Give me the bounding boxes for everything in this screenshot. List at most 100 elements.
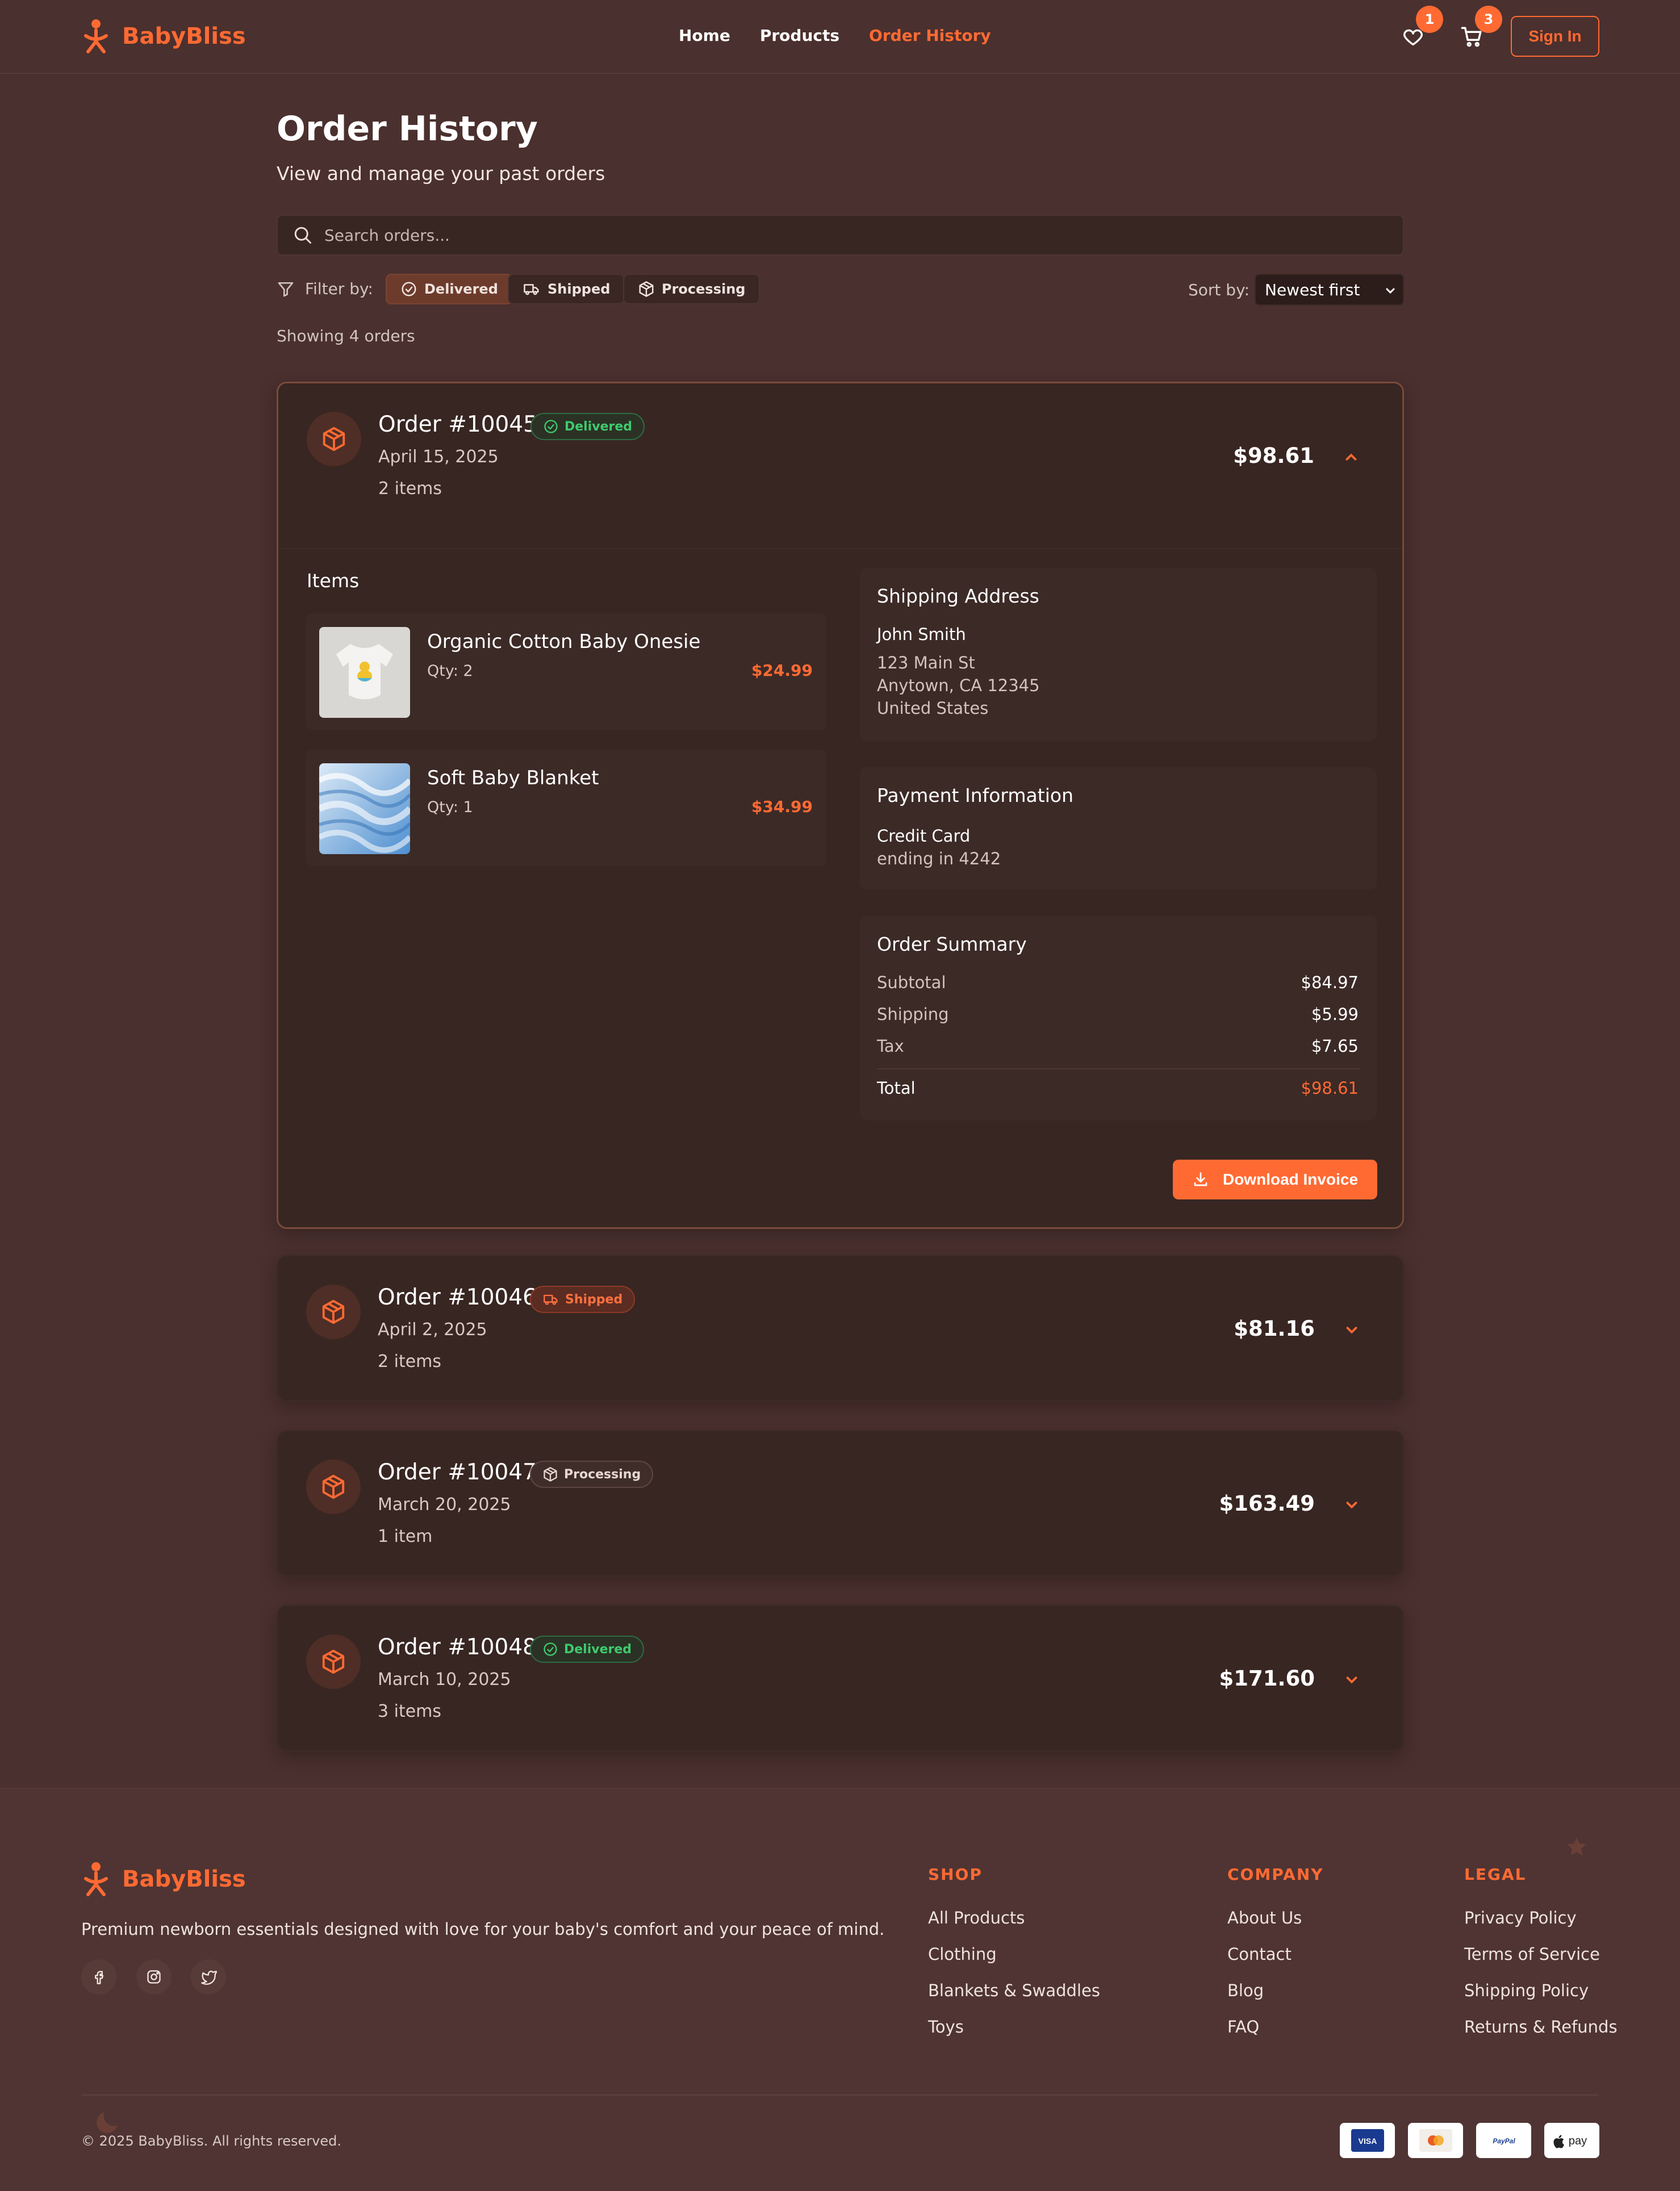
order-number: Order #10047 bbox=[378, 1460, 537, 1485]
chevron-down-icon bbox=[1346, 1676, 1357, 1684]
order-number: Order #10046 bbox=[378, 1285, 537, 1310]
order-box-icon-wrap bbox=[307, 412, 361, 466]
order-card: Order #10045 Delivered April 15, 2025 2 … bbox=[277, 382, 1404, 1229]
paypal-label: PayPal bbox=[1493, 2137, 1515, 2145]
search-icon bbox=[294, 227, 311, 244]
sign-in-button[interactable]: Sign In bbox=[1511, 16, 1599, 57]
chevron-down-icon bbox=[1346, 1327, 1357, 1334]
footer-link-all-products[interactable]: All Products bbox=[928, 1908, 1025, 1927]
status-badge: Delivered bbox=[530, 1636, 645, 1663]
status-label: Shipped bbox=[565, 1292, 623, 1307]
facebook-link[interactable] bbox=[81, 1959, 116, 1995]
order-divider bbox=[278, 548, 1402, 549]
search-input[interactable] bbox=[324, 225, 1347, 245]
visa-badge: VISA bbox=[1340, 2123, 1395, 2158]
footer-link-privacy[interactable]: Privacy Policy bbox=[1464, 1908, 1577, 1927]
order-header[interactable]: Order #10045 Delivered April 15, 2025 2 … bbox=[278, 383, 1402, 529]
footer-link-contact[interactable]: Contact bbox=[1227, 1945, 1292, 1964]
status-badge: Delivered bbox=[530, 413, 645, 440]
status-badge: Processing bbox=[530, 1461, 654, 1488]
expand-toggle[interactable] bbox=[1340, 1319, 1363, 1341]
order-item-count: 1 item bbox=[378, 1527, 433, 1546]
payment-detail: ending in 4242 bbox=[877, 849, 1001, 868]
footer-link-shipping-policy[interactable]: Shipping Policy bbox=[1464, 1981, 1589, 2000]
order-header[interactable]: Order #10046 Shipped April 2, 2025 2 ite… bbox=[278, 1256, 1403, 1402]
box-icon bbox=[322, 1474, 345, 1499]
onesie-image bbox=[319, 627, 410, 718]
order-summary-panel: Order Summary Subtotal $84.97 Shipping $… bbox=[860, 916, 1377, 1120]
order-date: March 10, 2025 bbox=[378, 1670, 511, 1690]
chevron-down-icon bbox=[1346, 1502, 1357, 1509]
status-label: Delivered bbox=[564, 1642, 632, 1657]
brand-logo[interactable]: BabyBliss bbox=[81, 19, 246, 54]
order-card: Order #10047 Processing March 20, 2025 1… bbox=[277, 1430, 1404, 1577]
wishlist-count-badge: 1 bbox=[1416, 6, 1443, 33]
footer-link-blankets[interactable]: Blankets & Swaddles bbox=[928, 1981, 1100, 2000]
nav-home[interactable]: Home bbox=[679, 26, 730, 45]
payment-method: Credit Card bbox=[877, 826, 971, 846]
footer-description: Premium newborn essentials designed with… bbox=[81, 1920, 885, 1939]
filter-chip-label: Processing bbox=[662, 281, 746, 297]
check-circle-icon bbox=[544, 1642, 557, 1656]
mastercard-badge bbox=[1408, 2123, 1463, 2158]
check-circle-icon bbox=[402, 282, 416, 296]
expand-toggle[interactable] bbox=[1340, 1669, 1363, 1691]
logo-baby-icon bbox=[84, 19, 108, 53]
item-price: $24.99 bbox=[751, 661, 813, 680]
footer-bottom-divider bbox=[81, 2094, 1599, 2096]
paypal-badge: PayPal bbox=[1476, 2123, 1531, 2158]
summary-row: Subtotal $84.97 bbox=[877, 973, 1359, 992]
filter-chip-delivered[interactable]: Delivered bbox=[386, 274, 513, 304]
sort-select[interactable]: Newest first bbox=[1255, 274, 1404, 306]
filter-label: Filter by: bbox=[277, 279, 373, 298]
summary-row: Tax $7.65 bbox=[877, 1036, 1359, 1056]
instagram-icon bbox=[147, 1970, 161, 1984]
order-card: Order #10046 Shipped April 2, 2025 2 ite… bbox=[277, 1255, 1404, 1402]
order-number: Order #10045 bbox=[378, 412, 537, 437]
order-total: $98.61 bbox=[1233, 444, 1314, 468]
address-country: United States bbox=[877, 699, 989, 718]
nav-order-history[interactable]: Order History bbox=[869, 26, 991, 45]
box-icon bbox=[544, 1467, 557, 1482]
truck-icon bbox=[544, 1294, 558, 1305]
filter-icon bbox=[278, 282, 294, 296]
blanket-image bbox=[319, 763, 410, 854]
footer-brand-logo[interactable]: BabyBliss bbox=[81, 1862, 246, 1897]
instagram-link[interactable] bbox=[136, 1959, 172, 1995]
footer-link-toys[interactable]: Toys bbox=[928, 2017, 964, 2037]
chevron-down-icon bbox=[1386, 288, 1395, 294]
collapse-toggle[interactable] bbox=[1340, 446, 1363, 469]
panel-title: Payment Information bbox=[877, 784, 1073, 806]
main-nav: Home Products Order History bbox=[679, 26, 991, 45]
cart-count-badge: 3 bbox=[1475, 6, 1502, 33]
footer-link-clothing[interactable]: Clothing bbox=[928, 1945, 997, 1964]
brand-name: BabyBliss bbox=[122, 1866, 246, 1892]
cart-button[interactable]: 3 bbox=[1452, 6, 1502, 57]
star-icon bbox=[1567, 1837, 1586, 1856]
footer-link-about[interactable]: About Us bbox=[1227, 1908, 1302, 1927]
nav-products[interactable]: Products bbox=[760, 26, 839, 45]
footer-link-terms[interactable]: Terms of Service bbox=[1464, 1945, 1600, 1964]
summary-divider bbox=[877, 1068, 1360, 1069]
footer-link-blog[interactable]: Blog bbox=[1227, 1981, 1264, 2000]
summary-total-value: $98.61 bbox=[1301, 1078, 1359, 1098]
item-name: Soft Baby Blanket bbox=[427, 767, 599, 789]
twitter-link[interactable] bbox=[191, 1959, 226, 1995]
item-qty: Qty: 2 bbox=[427, 662, 473, 680]
visa-label: VISA bbox=[1358, 2136, 1377, 2146]
order-header[interactable]: Order #10047 Processing March 20, 2025 1… bbox=[278, 1431, 1403, 1577]
status-badge: Shipped bbox=[530, 1286, 636, 1313]
download-invoice-button[interactable]: Download Invoice bbox=[1173, 1160, 1377, 1199]
order-item: Organic Cotton Baby Onesie Qty: 2 $24.99 bbox=[306, 613, 826, 730]
address-line: 123 Main St bbox=[877, 653, 975, 672]
footer-column-title: COMPANY bbox=[1227, 1865, 1324, 1884]
download-icon bbox=[1194, 1172, 1207, 1186]
footer-link-faq[interactable]: FAQ bbox=[1227, 2017, 1259, 2037]
footer-link-returns[interactable]: Returns & Refunds bbox=[1464, 2017, 1618, 2037]
wishlist-button[interactable]: 1 bbox=[1393, 6, 1443, 57]
order-header[interactable]: Order #10048 Delivered March 10, 2025 3 … bbox=[278, 1606, 1403, 1751]
filter-chip-shipped[interactable]: Shipped bbox=[508, 274, 625, 304]
summary-label: Tax bbox=[877, 1036, 904, 1056]
expand-toggle[interactable] bbox=[1340, 1494, 1363, 1516]
filter-chip-processing[interactable]: Processing bbox=[623, 274, 760, 304]
